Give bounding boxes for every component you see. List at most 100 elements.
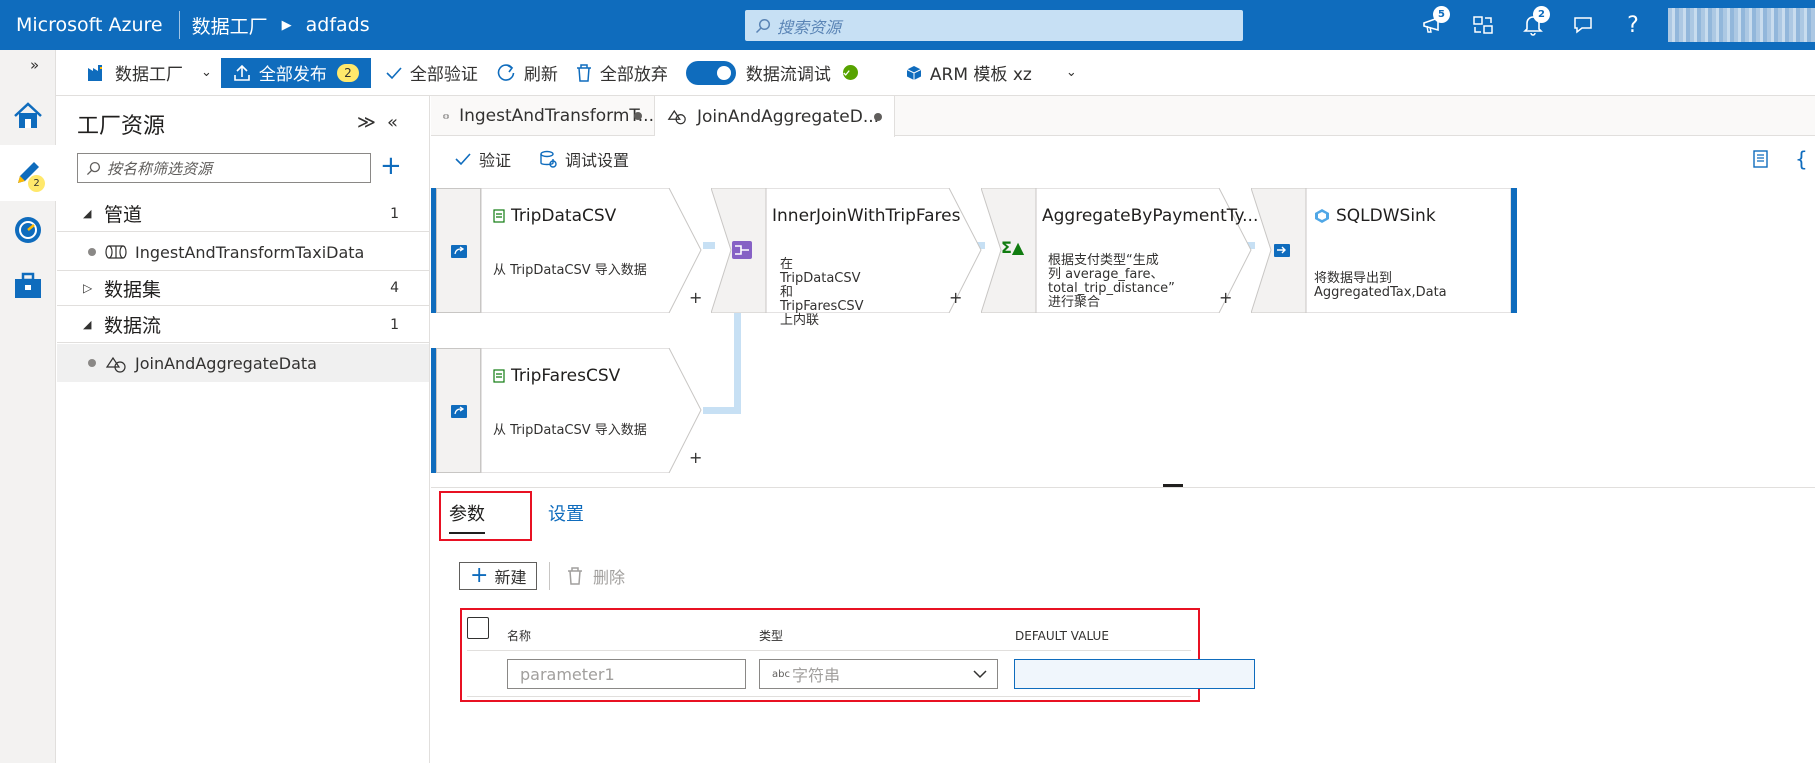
table-row: parameter1 abc 字符串 [467,652,1255,697]
help-button[interactable]: ? [1608,0,1658,50]
new-parameter-button[interactable]: + 新建 [459,562,538,590]
column-header-default: DEFAULT VALUE [1015,629,1109,643]
node-aggregate[interactable]: Σ▲ AggregateByPaymentTy... 根据支付类型“生成 列 a… [981,188,1258,313]
publish-all-button[interactable]: 全部发布 2 [220,57,371,88]
divider [549,562,550,590]
left-rail: » 2 [0,50,56,763]
directory-switch-icon [1473,16,1493,34]
node-tripfarescsv[interactable]: TripFaresCSV 从 TripDataCSV 导入数据 + [431,348,703,473]
dataflow-item[interactable]: JoinAndAggregateData [57,344,429,382]
tab-pipeline[interactable]: IngestAndTransformT... [431,96,655,136]
name-placeholder: parameter1 [520,664,615,684]
node-title: InnerJoinWithTripFares [772,206,961,226]
resource-filter-input[interactable]: 按名称筛选资源 [77,153,371,183]
brand-link[interactable]: Microsoft Azure [0,14,179,36]
unsaved-dot [634,112,642,120]
script-icon[interactable] [1751,149,1771,169]
notifications-button[interactable]: 2 [1508,0,1558,50]
discard-all-button[interactable]: 全部放弃 [567,58,677,88]
dataflow-canvas[interactable]: TripDataCSV 从 TripDataCSV 导入数据 + InnerJo… [431,182,1815,482]
tab-label: IngestAndTransformT... [459,106,654,126]
publish-count-badge: 2 [336,63,359,82]
chevron-down-icon: ⌄ [1065,65,1077,80]
table-header: 名称 类型 DEFAULT VALUE [467,611,1191,651]
dataflow-toolbar: 验证 调试设置 { [431,137,1815,181]
parameter-type-select[interactable]: abc 字符串 [759,659,998,689]
node-sqldwsink[interactable]: SQLDWSink 将数据导出到 AggregatedTax,Data [1251,188,1519,313]
debug-toggle-switch[interactable] [685,60,736,85]
join-icon [732,241,752,259]
rail-manage[interactable] [0,258,56,314]
checkmark-icon [455,153,471,166]
add-transform-button[interactable]: + [1219,288,1232,307]
add-transform-button[interactable]: + [949,288,962,307]
node-description: 在 TripDataCSV 和 TripFaresCSV 上内联 [780,257,864,328]
validate-all-label: 全部验证 [409,65,478,85]
collapse-panel-icon[interactable]: « [387,112,398,133]
search-placeholder: 搜索资源 [777,17,842,37]
dataflow-icon [667,109,686,125]
add-transform-button[interactable]: + [689,288,702,307]
node-title: SQLDWSink [1314,206,1436,226]
validate-button[interactable]: 验证 [441,144,525,174]
chevron-down-icon [973,670,987,679]
breadcrumb-factory-name[interactable]: adfads [306,14,370,36]
debug-settings-button[interactable]: 调试设置 [525,144,643,174]
node-tripdatacsv[interactable]: TripDataCSV 从 TripDataCSV 导入数据 + [431,188,703,313]
top-icon-group: 5 2 ? [1408,0,1658,50]
rail-home[interactable] [0,88,56,144]
category-datasets[interactable]: ▷ 数据集 4 [57,270,429,306]
validate-all-button[interactable]: 全部验证 [377,58,487,88]
category-pipelines[interactable]: ◢ 管道 1 [57,196,429,232]
chat-person-icon [1574,17,1592,34]
node-icon-box [436,348,481,473]
pipeline-icon [105,245,127,259]
home-icon [14,102,42,128]
collapse-rail-icon[interactable]: » [30,56,39,74]
tab-settings[interactable]: 设置 [548,500,584,526]
tab-dataflow[interactable]: JoinAndAggregateD... [655,96,895,137]
parameter-name-input[interactable]: parameter1 [507,659,746,689]
add-resource-button[interactable]: + [380,151,402,181]
code-icon[interactable]: { [1795,147,1808,171]
rail-author[interactable]: 2 [0,145,56,201]
node-description: 从 TripDataCSV 导入数据 [493,263,647,278]
chevron-down-icon: ⌄ [201,65,212,80]
delete-parameter-button[interactable]: 删除 [567,562,625,590]
column-header-type: 类型 [759,629,784,643]
checkmark-icon [386,66,402,79]
debug-label: 数据流调试 [745,65,831,85]
source-icon [450,244,467,258]
dataflow-debug-toggle[interactable]: 数据流调试 [677,58,867,88]
author-badge: 2 [28,175,45,192]
debug-settings-icon [540,150,557,168]
properties-panel: 参数 设置 + 新建 删除 名称 类型 DEFAULT VALUE parame… [431,487,1815,763]
breadcrumb-data-factory[interactable]: 数据工厂 [192,12,268,39]
parameter-default-value-input[interactable] [1014,659,1255,689]
panel-title: 工厂资源 [77,114,166,139]
main-toolbar: 数据工厂 ⌄ 全部发布 2 全部验证 刷新 全部放弃 数据流调试 ARM 模板 … [56,50,1815,96]
collapsed-triangle-icon: ▷ [83,281,93,295]
rail-monitor[interactable] [0,202,56,258]
pipeline-item[interactable]: IngestAndTransformTaxiData [57,233,429,271]
arm-template-dropdown[interactable]: ARM 模板 xz ⌄ [897,58,1086,88]
account-avatar[interactable] [1668,8,1815,42]
category-label: 管道 [104,204,143,226]
refresh-button[interactable]: 刷新 [487,58,567,88]
category-dataflows[interactable]: ◢ 数据流 1 [57,307,429,343]
select-all-checkbox[interactable] [467,617,489,639]
search-icon [86,161,101,175]
upload-icon [234,64,250,81]
node-innerjoin[interactable]: InnerJoinWithTripFares 在 TripDataCSV 和 T… [711,188,983,328]
global-search-input[interactable]: 搜索资源 [745,10,1243,41]
collapse-all-icon[interactable]: ≫ [357,112,376,133]
debug-settings-label: 调试设置 [565,151,630,170]
divider [178,11,180,39]
tab-parameters[interactable]: 参数 [449,500,485,534]
factory-dropdown[interactable]: 数据工厂 ⌄ [78,58,221,88]
directory-button[interactable] [1458,0,1508,50]
add-transform-button[interactable]: + [689,448,702,467]
discard-all-label: 全部放弃 [599,65,668,85]
support-button[interactable] [1558,0,1608,50]
feedback-button[interactable]: 5 [1408,0,1458,50]
